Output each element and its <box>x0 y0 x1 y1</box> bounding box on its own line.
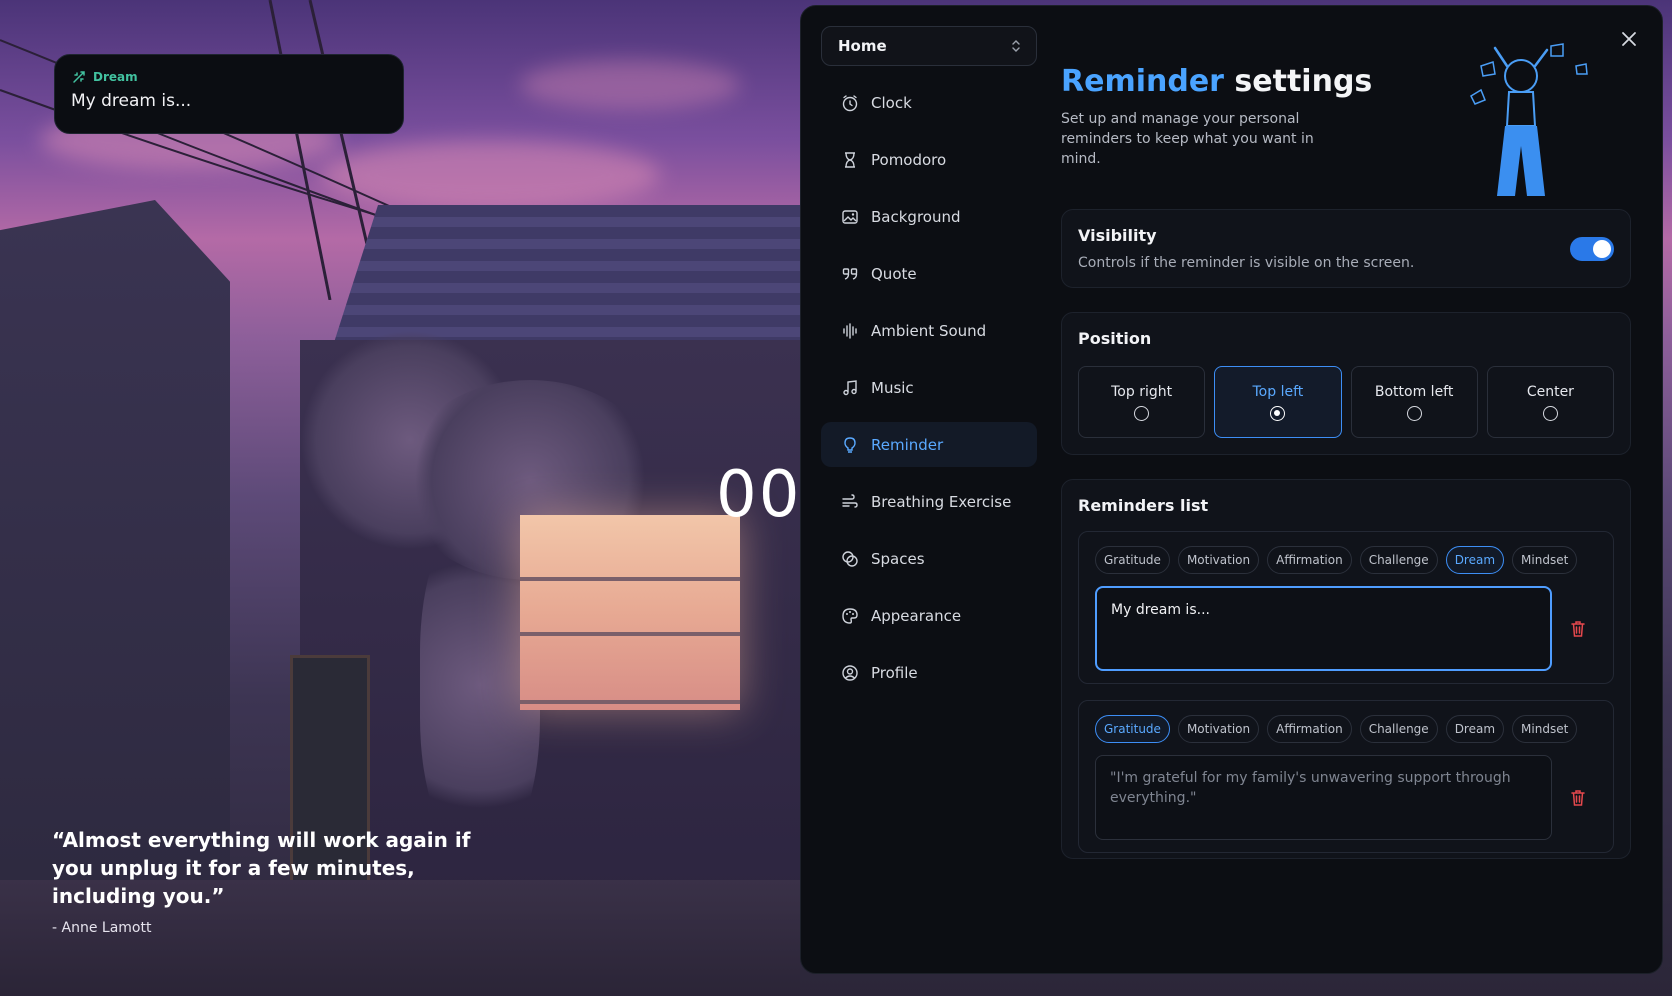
visibility-toggle[interactable] <box>1570 236 1614 261</box>
page-subtitle: Set up and manage your personal reminder… <box>1061 111 1314 167</box>
sidebar-item-label: Background <box>871 207 961 226</box>
sidebar-item-label: Music <box>871 378 914 397</box>
trash-icon[interactable] <box>1568 788 1588 808</box>
sidebar-item-profile[interactable]: Profile <box>821 650 1037 695</box>
sidebar-item-background[interactable]: Background <box>821 194 1037 239</box>
clock-time: 00 <box>716 458 802 532</box>
chip-gratitude[interactable]: Gratitude <box>1095 715 1170 743</box>
celebration-illustration <box>1470 43 1588 196</box>
chip-mindset[interactable]: Mindset <box>1512 546 1578 574</box>
reminders-list-card: Reminders list Gratitude Motivation Affi… <box>1061 479 1631 859</box>
position-option-label: Bottom left <box>1374 383 1454 400</box>
category-chips: Gratitude Motivation Affirmation Challen… <box>1095 715 1599 743</box>
position-option-center[interactable]: Center <box>1486 366 1614 438</box>
chip-motivation[interactable]: Motivation <box>1177 715 1260 743</box>
radio-button[interactable] <box>1134 405 1150 421</box>
chip-challenge[interactable]: Challenge <box>1359 546 1438 574</box>
image-icon <box>842 209 858 224</box>
settings-sidebar: Home Clock Pomodoro Background Quote Amb… <box>821 26 1037 707</box>
sidebar-item-appearance[interactable]: Appearance <box>821 593 1037 638</box>
reminder-widget-category: Dream <box>93 70 138 84</box>
position-option-label: Top left <box>1252 383 1304 400</box>
wind-icon <box>842 493 858 508</box>
sidebar-item-label: Profile <box>871 663 918 682</box>
sidebar-item-pomodoro[interactable]: Pomodoro <box>821 137 1037 182</box>
user-circle-icon <box>842 664 858 681</box>
sidebar-item-label: Appearance <box>871 606 962 625</box>
position-option-top-right[interactable]: Top right <box>1078 366 1206 438</box>
reminder-item: Gratitude Motivation Affirmation Challen… <box>1078 531 1614 684</box>
radio-button[interactable] <box>1542 405 1558 421</box>
chip-affirmation[interactable]: Affirmation <box>1267 715 1352 743</box>
quote-block: “Almost everything will work again if yo… <box>52 826 472 936</box>
visibility-card: Visibility Controls if the reminder is v… <box>1061 209 1631 288</box>
trash-icon[interactable] <box>1568 619 1588 639</box>
sidebar-item-label: Clock <box>871 93 912 112</box>
sidebar-item-label: Reminder <box>871 435 944 454</box>
chip-dream[interactable]: Dream <box>1445 715 1505 743</box>
quote-text: “Almost everything will work again if yo… <box>52 828 471 908</box>
settings-content: Reminder settings Set up and manage your… <box>1061 26 1631 859</box>
radio-button-selected[interactable] <box>1270 405 1286 421</box>
category-chips: Gratitude Motivation Affirmation Challen… <box>1095 546 1599 574</box>
radio-button[interactable] <box>1406 405 1422 421</box>
chip-gratitude[interactable]: Gratitude <box>1095 546 1170 574</box>
position-card: Position Top right Top left Bottom left … <box>1061 312 1631 455</box>
position-option-label: Top right <box>1111 383 1173 400</box>
sidebar-item-label: Pomodoro <box>871 150 947 169</box>
sidebar-item-label: Breathing Exercise <box>871 492 1012 511</box>
chip-motivation[interactable]: Motivation <box>1177 546 1260 574</box>
sidebar-item-label: Spaces <box>871 549 925 568</box>
reminder-widget-tag: Dream <box>71 69 387 85</box>
reminder-item: Gratitude Motivation Affirmation Challen… <box>1078 700 1614 853</box>
hourglass-icon <box>845 151 855 168</box>
settings-panel: Home Clock Pomodoro Background Quote Amb… <box>800 5 1663 974</box>
space-select-value: Home <box>838 37 887 55</box>
position-option-bottom-left[interactable]: Bottom left <box>1350 366 1478 438</box>
sidebar-item-ambient-sound[interactable]: Ambient Sound <box>821 308 1037 353</box>
sidebar-item-breathing-exercise[interactable]: Breathing Exercise <box>821 479 1037 524</box>
reminder-textarea[interactable]: "I'm grateful for my family's unwavering… <box>1095 755 1552 840</box>
position-option-top-left[interactable]: Top left <box>1214 366 1342 438</box>
sidebar-item-quote[interactable]: Quote <box>821 251 1037 296</box>
sidebar-item-label: Ambient Sound <box>871 321 987 340</box>
music-icon <box>843 379 857 395</box>
chevron-updown-icon <box>1012 40 1020 52</box>
reminder-widget[interactable]: Dream My dream is... <box>54 54 404 134</box>
position-option-label: Center <box>1526 383 1574 400</box>
chip-dream[interactable]: Dream <box>1445 546 1505 574</box>
page-title-rest: settings <box>1223 64 1373 99</box>
quote-icon <box>842 267 858 280</box>
sidebar-item-music[interactable]: Music <box>821 365 1037 410</box>
reminders-list-title: Reminders list <box>1078 496 1209 515</box>
lightbulb-icon <box>844 436 856 453</box>
position-title: Position <box>1078 329 1152 348</box>
sidebar-item-label: Quote <box>871 264 917 283</box>
sidebar-item-spaces[interactable]: Spaces <box>821 536 1037 581</box>
spaces-icon <box>842 550 858 567</box>
palette-icon <box>842 607 858 624</box>
visibility-title: Visibility <box>1078 226 1157 245</box>
chip-challenge[interactable]: Challenge <box>1359 715 1438 743</box>
reminder-textarea[interactable]: My dream is... <box>1095 586 1552 671</box>
chip-mindset[interactable]: Mindset <box>1512 715 1578 743</box>
sound-wave-icon <box>843 322 857 339</box>
chip-affirmation[interactable]: Affirmation <box>1267 546 1352 574</box>
space-select[interactable]: Home <box>821 26 1037 66</box>
page-title-accent: Reminder <box>1061 64 1224 99</box>
sparkle-rocket-icon <box>73 71 85 83</box>
clock-icon <box>842 94 858 111</box>
sidebar-item-reminder[interactable]: Reminder <box>821 422 1037 467</box>
visibility-description: Controls if the reminder is visible on t… <box>1078 255 1415 271</box>
sidebar-item-clock[interactable]: Clock <box>821 80 1037 125</box>
reminder-widget-text: My dream is... <box>71 91 192 111</box>
quote-author: - Anne Lamott <box>52 920 152 936</box>
